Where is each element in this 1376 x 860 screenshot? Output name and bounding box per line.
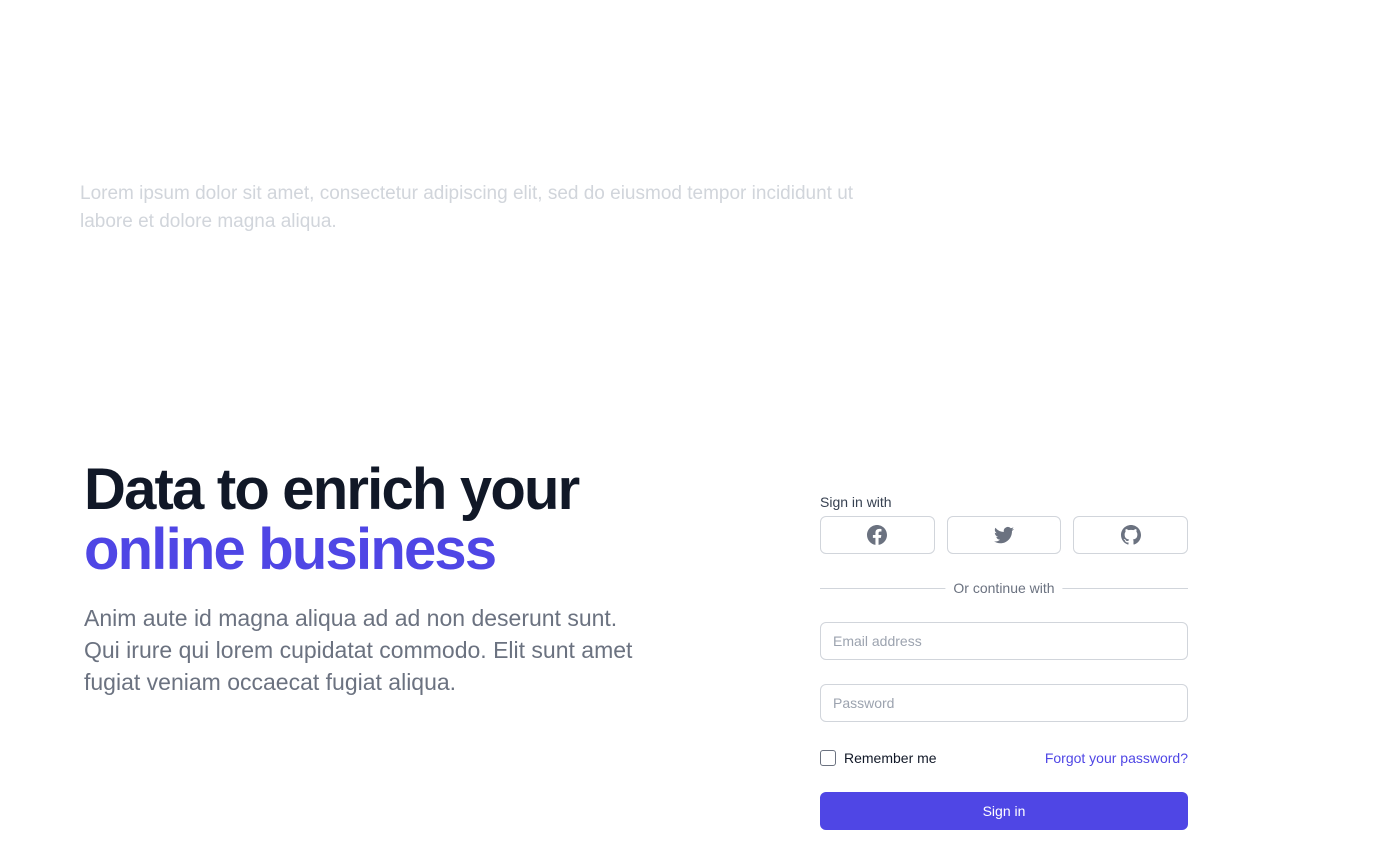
password-field[interactable] [820, 684, 1188, 722]
twitter-icon [994, 526, 1014, 544]
remember-me-checkbox[interactable] [820, 750, 836, 766]
signin-form: Sign in with Or continue with Email addr… [820, 492, 1189, 830]
facebook-signin-button[interactable] [820, 516, 935, 554]
signin-button[interactable]: Sign in [820, 792, 1188, 830]
remember-me-label: Remember me [844, 750, 937, 766]
github-icon [1120, 525, 1141, 545]
social-buttons [820, 516, 1189, 554]
facebook-icon [867, 525, 888, 545]
signin-with-label: Sign in with [820, 494, 892, 510]
twitter-signin-button[interactable] [946, 516, 1062, 554]
signin-options: Remember me Forgot your password? [820, 748, 1188, 768]
divider-text: Or continue with [945, 578, 1063, 598]
hero-section: Data to enrich your online business Anim… [84, 460, 684, 698]
github-signin-button[interactable] [1073, 516, 1189, 554]
hero-title: Data to enrich your online business [84, 460, 684, 580]
hero-title-line1: Data to enrich your [84, 457, 580, 522]
email-field[interactable] [820, 622, 1188, 660]
forgot-password-link[interactable]: Forgot your password? [1045, 750, 1188, 766]
hero-description: Anim aute id magna aliqua ad ad non dese… [84, 605, 633, 695]
hero-title-accent: online business [84, 517, 497, 582]
remember-me[interactable]: Remember me [820, 750, 937, 766]
divider: Or continue with [820, 578, 1188, 598]
page: Lorem ipsum dolor sit amet, consectetur … [0, 0, 1376, 860]
intro-paragraph: Lorem ipsum dolor sit amet, consectetur … [80, 183, 854, 232]
